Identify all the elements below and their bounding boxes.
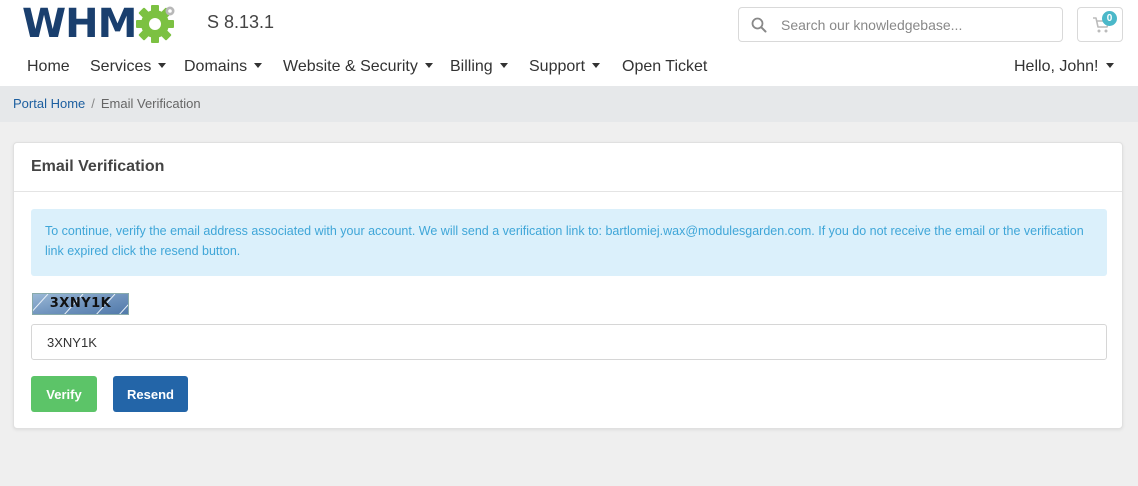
nav-item-label: Support: [529, 58, 586, 75]
nav-item-label: Home: [27, 58, 70, 75]
breadcrumb-separator: /: [91, 96, 95, 111]
site-header: WHM S 8.13.1 Search our knowledgebase...…: [0, 0, 1138, 86]
nav-item-billing[interactable]: Billing: [450, 58, 508, 76]
nav-item-home[interactable]: Home: [27, 58, 70, 76]
account-menu[interactable]: Hello, John!: [1014, 58, 1114, 76]
nav-item-label: Domains: [184, 58, 248, 75]
nav-item-label: Services: [90, 58, 152, 75]
version-text: S 8.13.1: [207, 12, 275, 32]
search-input[interactable]: [781, 8, 1051, 41]
nav-item-label: Open Ticket: [622, 58, 708, 75]
logo-text-left: WHM: [22, 1, 137, 47]
cart-count-badge: 0: [1102, 11, 1117, 26]
verify-button[interactable]: Verify: [31, 376, 97, 412]
knowledgebase-search: [738, 7, 1063, 42]
nav-item-website-security[interactable]: Website & Security: [283, 58, 433, 76]
info-alert: To continue, verify the email address as…: [31, 209, 1107, 276]
nav-item-label: Billing: [450, 58, 493, 75]
resend-button[interactable]: Resend: [113, 376, 188, 412]
nav-item-open-ticket[interactable]: Open Ticket: [622, 58, 707, 76]
card-title: Email Verification: [31, 158, 165, 175]
caret-down-icon: [499, 63, 508, 68]
breadcrumb-bar: Portal Home / Email Verification: [0, 86, 1138, 122]
captcha-field[interactable]: [31, 324, 1107, 360]
caret-down-icon: [158, 63, 167, 68]
card-header: Email Verification: [14, 143, 1122, 192]
nav-item-label: Website & Security: [283, 58, 418, 75]
caret-down-icon: [592, 63, 601, 68]
caret-down-icon: [1105, 63, 1114, 68]
account-label: Hello, John!: [1014, 58, 1099, 75]
breadcrumb-home-link[interactable]: Portal Home: [13, 96, 85, 111]
whmcs-logo[interactable]: WHM S: [22, 1, 176, 47]
email-verification-card: Email Verification To continue, verify t…: [13, 142, 1123, 429]
breadcrumb: Portal Home / Email Verification: [13, 96, 201, 111]
nav-item-domains[interactable]: Domains: [184, 58, 263, 76]
caret-down-icon: [424, 63, 433, 68]
gear-icon: [134, 3, 176, 45]
captcha-image: 3XNY1K: [32, 293, 129, 315]
search-icon: [751, 17, 767, 33]
main-nav: Home Services Domains Website & Security…: [0, 50, 1138, 86]
nav-item-support[interactable]: Support: [529, 58, 601, 76]
captcha-text: 3XNY1K: [49, 296, 112, 311]
cart-button[interactable]: 0: [1077, 7, 1123, 42]
caret-down-icon: [254, 63, 263, 68]
breadcrumb-current: Email Verification: [100, 96, 201, 111]
nav-item-services[interactable]: Services: [90, 58, 167, 76]
